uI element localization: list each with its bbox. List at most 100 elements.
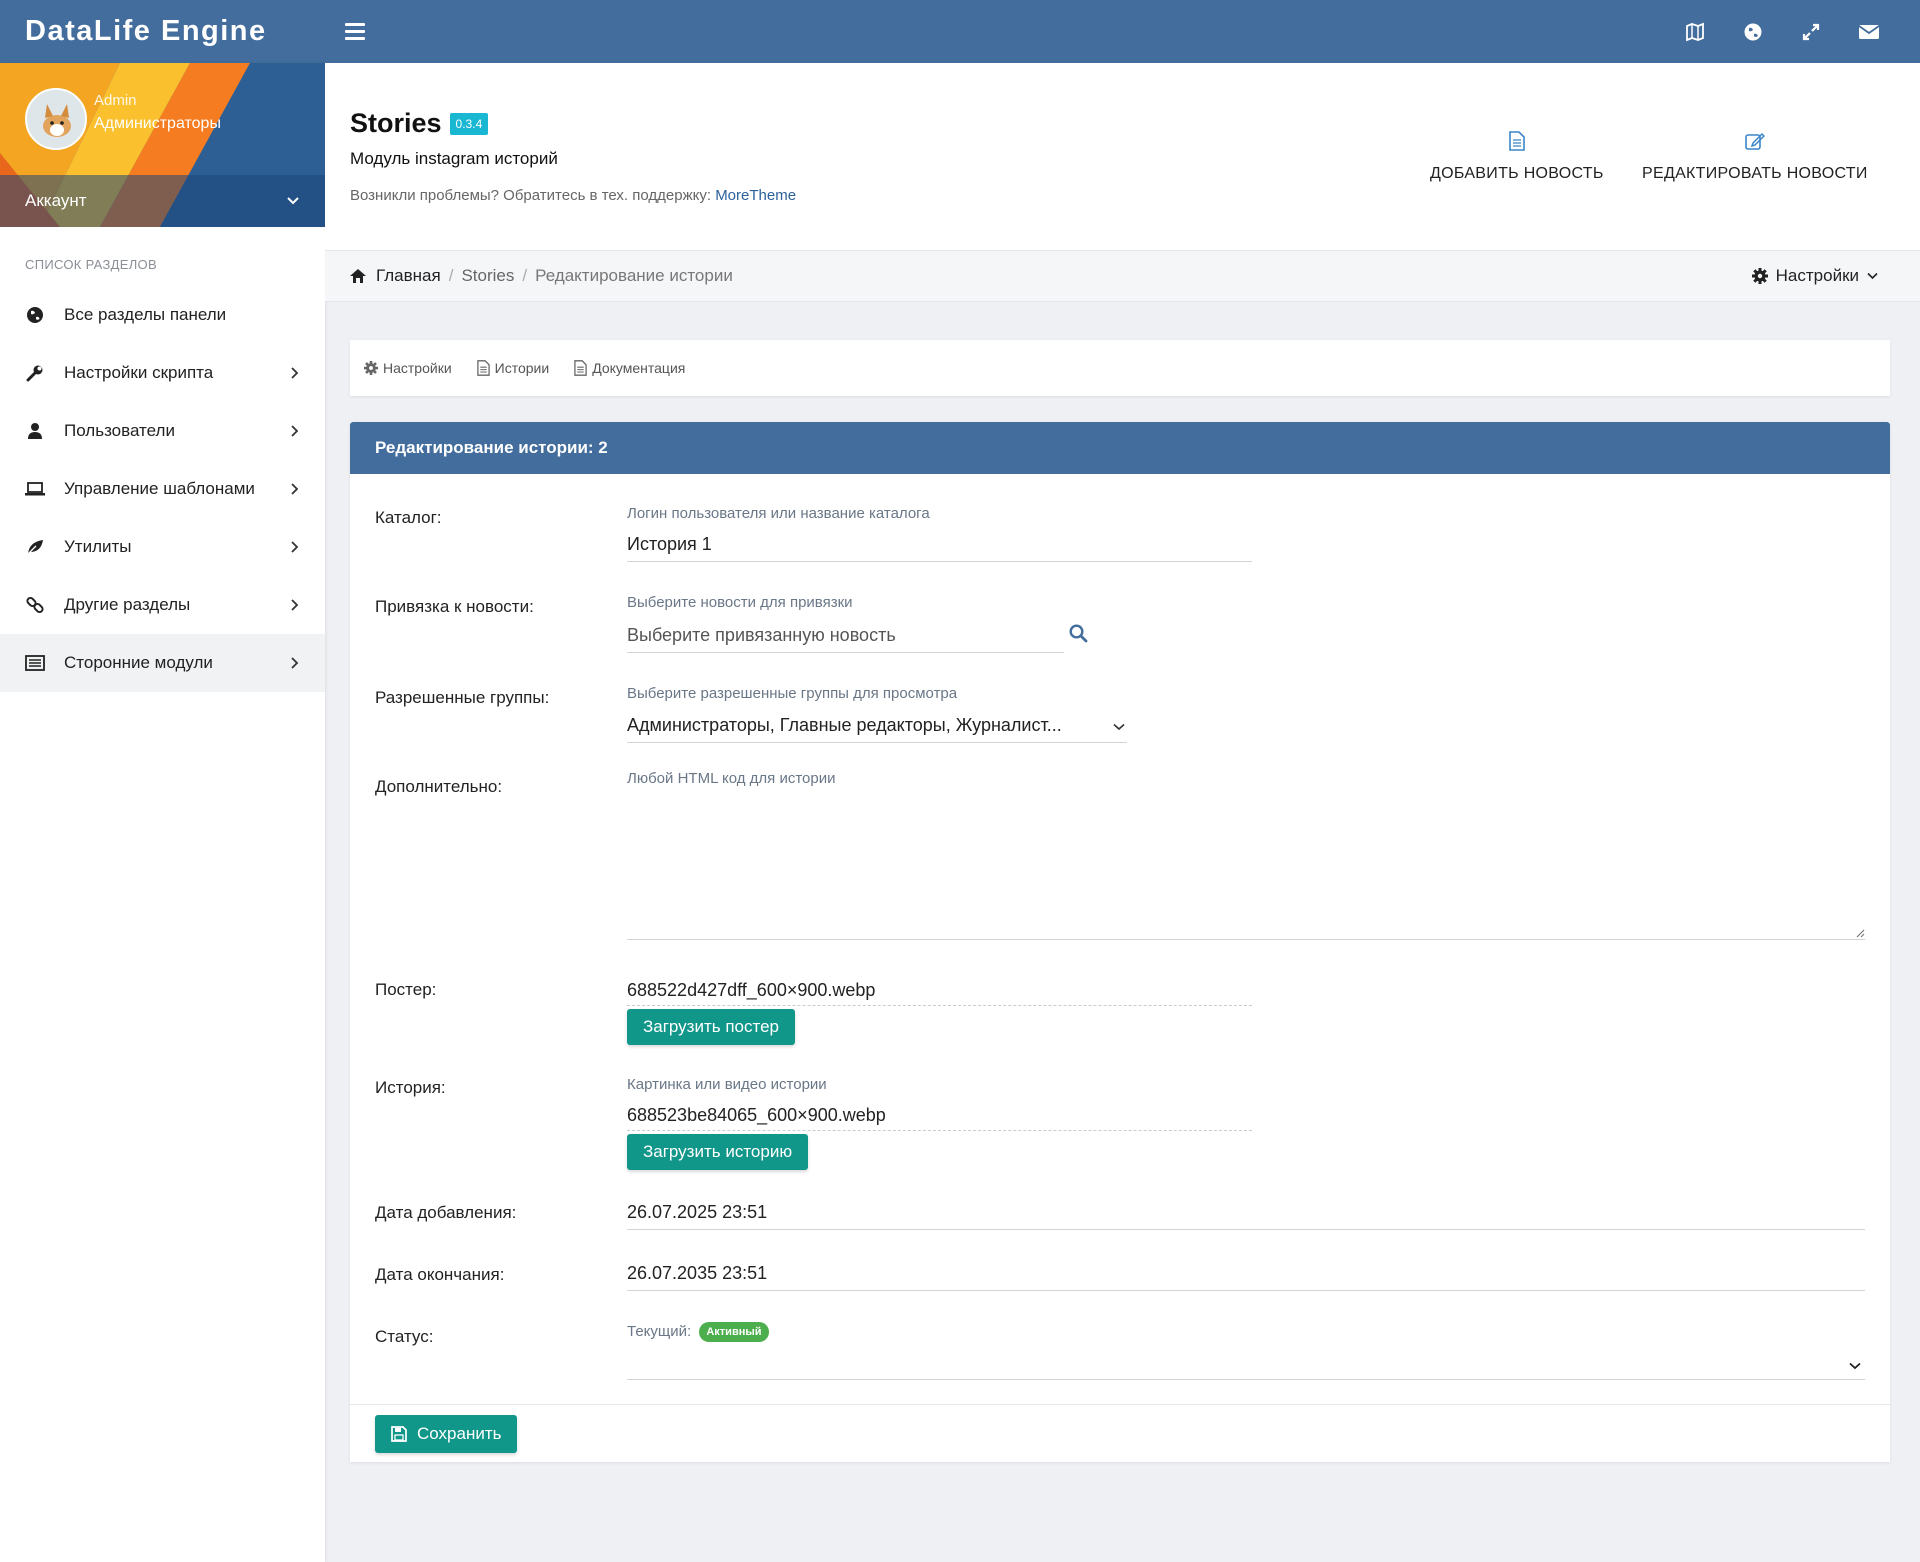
- tab-settings[interactable]: Настройки: [364, 360, 452, 376]
- save-button[interactable]: Сохранить: [375, 1415, 518, 1453]
- poster-label: Постер:: [375, 980, 437, 999]
- envelope-icon[interactable]: [1858, 21, 1880, 43]
- gear-icon: [364, 361, 378, 375]
- support-text: Возникли проблемы? Обратитесь в тех. под…: [350, 187, 796, 204]
- upload-poster-button[interactable]: Загрузить постер: [627, 1009, 796, 1045]
- top-icons: [1684, 21, 1920, 43]
- leaf-icon: [25, 537, 45, 557]
- card-footer: Сохранить: [350, 1404, 1890, 1462]
- brand-logo[interactable]: DataLife Engine: [0, 0, 325, 63]
- poster-file-field: 688522d427dff_600×900.webp: [627, 980, 1252, 1006]
- status-badge: Активный: [699, 1322, 769, 1342]
- chevron-down-icon: [1849, 1362, 1861, 1370]
- tab-label: Истории: [494, 360, 550, 376]
- breadcrumb: Главная / Stories / Редактирование истор…: [325, 250, 1920, 302]
- story-label: История:: [375, 1078, 446, 1097]
- chevron-right-icon: [291, 483, 299, 495]
- add-news-button[interactable]: ДОБАВИТЬ НОВОСТЬ: [1430, 131, 1604, 183]
- wrench-icon: [25, 363, 45, 383]
- settings-dropdown[interactable]: Настройки: [1751, 266, 1878, 286]
- map-icon[interactable]: [1684, 21, 1706, 43]
- groups-select[interactable]: Администраторы, Главные редакторы, Журна…: [627, 715, 1127, 743]
- edit-news-label: РЕДАКТИРОВАТЬ НОВОСТИ: [1642, 165, 1868, 182]
- sidebar-item-label: Настройки скрипта: [64, 363, 214, 382]
- chevron-down-icon: [1113, 723, 1125, 731]
- date-added-label: Дата добавления:: [375, 1203, 517, 1222]
- top-navbar: DataLife Engine: [0, 0, 1920, 63]
- sidebar-item-templates[interactable]: Управление шаблонами: [0, 460, 325, 518]
- user-name: Admin: [94, 92, 137, 109]
- chevron-right-icon: [291, 425, 299, 437]
- chevron-right-icon: [291, 657, 299, 669]
- news-search-input[interactable]: Выберите привязанную новость: [627, 625, 1064, 653]
- chevron-right-icon: [291, 367, 299, 379]
- account-label: Аккаунт: [25, 191, 87, 210]
- settings-label: Настройки: [1775, 266, 1859, 285]
- sidebar: Admin Администраторы Аккаунт СПИСОК РАЗД…: [0, 63, 325, 1562]
- breadcrumb-current: Редактирование истории: [535, 266, 733, 285]
- sidebar-item-users[interactable]: Пользователи: [0, 402, 325, 460]
- groups-select-value: Администраторы, Главные редакторы, Журна…: [627, 715, 1062, 735]
- avatar[interactable]: [25, 88, 87, 150]
- breadcrumb-module[interactable]: Stories: [461, 266, 514, 286]
- add-news-label: ДОБАВИТЬ НОВОСТЬ: [1430, 165, 1604, 182]
- breadcrumb-home-label: Главная: [376, 266, 441, 285]
- catalog-input[interactable]: История 1: [627, 534, 1252, 562]
- page-subtitle: Модуль instagram историй: [350, 149, 558, 168]
- user-group: Администраторы: [94, 115, 221, 132]
- user-panel: Admin Администраторы Аккаунт: [0, 63, 325, 227]
- save-icon: [391, 1426, 407, 1442]
- sidebar-item-third-party-modules[interactable]: Сторонние модули: [0, 634, 325, 692]
- status-select[interactable]: [627, 1352, 1865, 1380]
- catalog-label: Каталог:: [375, 508, 442, 527]
- sidebar-item-utilities[interactable]: Утилиты: [0, 518, 325, 576]
- sidebar-item-script-settings[interactable]: Настройки скрипта: [0, 344, 325, 402]
- file-icon: [476, 360, 490, 376]
- groups-label: Разрешенные группы:: [375, 688, 550, 707]
- chevron-down-icon: [1867, 272, 1878, 280]
- expand-icon[interactable]: [1800, 21, 1822, 43]
- sidebar-item-other[interactable]: Другие разделы: [0, 576, 325, 634]
- support-label: Возникли проблемы? Обратитесь в тех. под…: [350, 187, 712, 204]
- account-dropdown[interactable]: Аккаунт: [0, 175, 325, 227]
- date-added-input[interactable]: 26.07.2025 23:51: [627, 1202, 1865, 1230]
- resize-handle-icon[interactable]: [1855, 928, 1865, 938]
- sidebar-item-label: Сторонние модули: [64, 653, 213, 672]
- tab-label: Настройки: [383, 360, 452, 376]
- sidebar-item-label: Пользователи: [64, 421, 175, 440]
- extra-html-placeholder: Любой HTML код для истории: [627, 770, 836, 787]
- status-current: Текущий: Активный: [627, 1322, 769, 1342]
- sidebar-caption: СПИСОК РАЗДЕЛОВ: [25, 257, 157, 272]
- sidebar-item-label: Управление шаблонами: [64, 479, 255, 498]
- status-label: Статус:: [375, 1327, 434, 1346]
- tab-documentation[interactable]: Документация: [574, 360, 685, 376]
- page-header: Stories 0.3.4 Модуль instagram историй В…: [325, 63, 1920, 250]
- support-link[interactable]: MoreTheme: [715, 187, 796, 204]
- extra-html-textarea[interactable]: Любой HTML код для истории: [627, 770, 1865, 940]
- edit-news-button[interactable]: РЕДАКТИРОВАТЬ НОВОСТИ: [1642, 131, 1868, 183]
- link-icon: [25, 595, 45, 615]
- globe-icon[interactable]: [1742, 21, 1764, 43]
- chevron-down-icon: [287, 197, 299, 205]
- story-file-field: 688523be84065_600×900.webp: [627, 1105, 1252, 1131]
- groups-hint: Выберите разрешенные группы для просмотр…: [627, 685, 958, 702]
- globe-icon: [25, 305, 45, 325]
- date-end-label: Дата окончания:: [375, 1265, 505, 1284]
- sidebar-item-label: Другие разделы: [64, 595, 191, 614]
- tab-stories[interactable]: Истории: [476, 360, 550, 376]
- sidebar-item-all-sections[interactable]: Все разделы панели: [0, 286, 325, 344]
- date-end-input[interactable]: 26.07.2035 23:51: [627, 1263, 1865, 1291]
- upload-story-button[interactable]: Загрузить историю: [627, 1134, 809, 1170]
- breadcrumb-home[interactable]: Главная: [350, 266, 441, 286]
- save-button-label: Сохранить: [417, 1424, 502, 1443]
- menu-toggle-icon[interactable]: [345, 23, 365, 40]
- gear-icon: [1751, 268, 1768, 284]
- edit-icon: [1642, 131, 1868, 155]
- list-icon: [25, 653, 45, 673]
- breadcrumb-separator: /: [522, 266, 528, 285]
- user-icon: [25, 421, 45, 441]
- home-icon: [350, 269, 366, 283]
- page-title-text: Stories: [350, 108, 442, 138]
- search-icon[interactable]: [1069, 624, 1088, 643]
- news-link-hint: Выберите новости для привязки: [627, 594, 853, 611]
